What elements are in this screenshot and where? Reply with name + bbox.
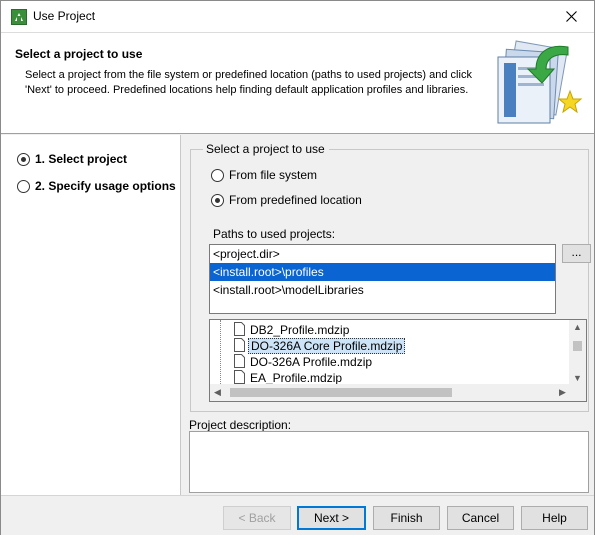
step-radio-icon [17, 152, 30, 166]
horizontal-scroll-thumb[interactable] [230, 388, 452, 397]
next-button[interactable]: Next > [297, 506, 366, 530]
group-label: Select a project to use [203, 142, 329, 156]
file-name: DO-326A Profile.mdzip [250, 355, 373, 369]
browse-paths-button[interactable]: ... [562, 244, 591, 263]
cancel-button[interactable]: Cancel [447, 506, 514, 530]
scroll-up-icon[interactable]: ▲ [573, 322, 582, 332]
tree-connector [220, 320, 221, 386]
file-name: DB2_Profile.mdzip [250, 323, 350, 337]
step-select-project[interactable]: 1. Select project [17, 152, 127, 166]
paths-list[interactable]: <project.dir> <install.root>\profiles <i… [209, 244, 556, 314]
finish-button[interactable]: Finish [373, 506, 440, 530]
wizard-header: Select a project to use Select a project… [1, 32, 594, 134]
path-item-model-libraries[interactable]: <install.root>\modelLibraries [210, 281, 555, 299]
file-icon [234, 370, 245, 384]
close-button[interactable] [548, 1, 594, 32]
wizard-footer: < Back Next > Finish Cancel Help [1, 495, 594, 535]
use-project-wizard-graphic [497, 40, 583, 124]
vertical-scroll-thumb[interactable] [573, 341, 582, 351]
magicdraw-app-icon [11, 9, 27, 25]
close-icon [565, 11, 577, 22]
use-project-dialog: Use Project Select a project to use Sele… [0, 0, 595, 535]
window-title: Use Project [33, 9, 96, 23]
help-button[interactable]: Help [521, 506, 588, 530]
scroll-left-icon[interactable]: ◀ [214, 387, 221, 398]
file-icon [234, 322, 245, 336]
option-label: From file system [229, 168, 318, 182]
project-file-tree[interactable]: DB2_Profile.mdzip DO-326A Core Profile.m… [209, 319, 587, 402]
file-icon [234, 338, 245, 352]
from-file-system-radio[interactable]: From file system [211, 168, 317, 182]
path-item-project-dir[interactable]: <project.dir> [210, 245, 555, 263]
project-description-label: Project description: [189, 418, 292, 432]
from-predefined-location-radio[interactable]: From predefined location [211, 193, 362, 207]
title-bar: Use Project [1, 1, 594, 32]
step-specify-usage-options[interactable]: 2. Specify usage options [17, 179, 176, 193]
radio-icon [211, 168, 224, 182]
scrollbar-corner [569, 384, 586, 401]
step-label: 1. Select project [35, 152, 128, 166]
select-project-group: Select a project to use From file system… [190, 142, 591, 412]
radio-icon [211, 193, 224, 207]
step-radio-icon [17, 179, 30, 193]
scroll-right-icon[interactable]: ▶ [559, 387, 566, 398]
back-button[interactable]: < Back [223, 506, 291, 530]
option-label: From predefined location [229, 193, 362, 207]
header-title: Select a project to use [15, 47, 143, 61]
wizard-content: Select a project to use From file system… [182, 135, 594, 495]
project-description-field[interactable] [189, 431, 589, 493]
paths-label: Paths to used projects: [213, 227, 336, 241]
file-name: EA_Profile.mdzip [250, 371, 343, 385]
step-label: 2. Specify usage options [35, 179, 176, 193]
file-icon [234, 354, 245, 368]
vertical-scrollbar[interactable]: ▲ ▼ [569, 320, 586, 386]
horizontal-scrollbar[interactable]: ◀ ▶ [210, 384, 571, 401]
path-item-profiles[interactable]: <install.root>\profiles [210, 263, 555, 281]
file-name: DO-326A Core Profile.mdzip [248, 338, 406, 354]
header-description: Select a project from the file system or… [25, 69, 472, 96]
wizard-steps-panel: 1. Select project 2. Specify usage optio… [1, 135, 181, 495]
scroll-down-icon[interactable]: ▼ [573, 373, 582, 383]
